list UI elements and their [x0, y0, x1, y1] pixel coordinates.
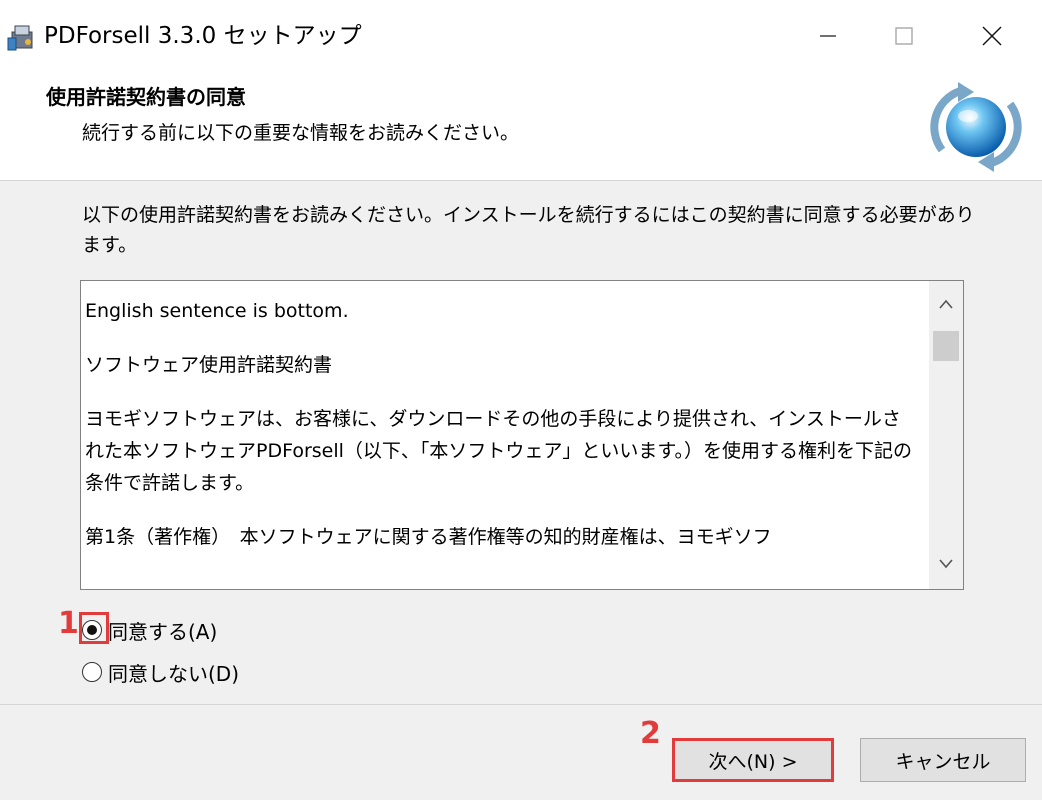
minimize-icon: [820, 35, 836, 37]
license-text: English sentence is bottom. ソフトウェア使用許諾契約…: [85, 295, 915, 575]
scroll-up-button[interactable]: [929, 287, 963, 321]
title-bar: PDForsell 3.3.0 セットアップ: [0, 0, 1042, 72]
license-paragraph: 第1条（著作権） 本ソフトウェアに関する著作権等の知的財産権は、ヨモギソフ: [85, 526, 772, 548]
license-paragraph: English sentence is bottom.: [85, 300, 349, 322]
disagree-radio-option[interactable]: 同意しない(D): [82, 656, 239, 688]
chevron-down-icon: [939, 559, 953, 569]
step-marker-2: 2: [640, 716, 661, 751]
highlight-box-radio: [79, 612, 109, 644]
scroll-down-button[interactable]: [929, 547, 963, 581]
window-title: PDForsell 3.3.0 セットアップ: [44, 23, 362, 49]
agree-radio-label: 同意する(A): [108, 619, 218, 644]
license-paragraph: ヨモギソフトウェアは、お客様に、ダウンロードその他の手段により提供され、インスト…: [85, 408, 913, 494]
chevron-up-icon: [939, 299, 953, 309]
step-marker-1: 1: [58, 606, 79, 641]
maximize-button[interactable]: [876, 14, 932, 58]
minimize-button[interactable]: [800, 14, 856, 58]
page-subtitle: 続行する前に以下の重要な情報をお読みください。: [82, 122, 520, 144]
maximize-icon: [895, 27, 913, 45]
disagree-radio[interactable]: [82, 662, 102, 682]
installer-icon: [7, 25, 33, 51]
vertical-scrollbar[interactable]: [929, 281, 963, 589]
wizard-header: 使用許諾契約書の同意 続行する前に以下の重要な情報をお読みください。: [0, 72, 1042, 181]
license-paragraph: ソフトウェア使用許諾契約書: [85, 354, 333, 376]
license-intro-text: 以下の使用許諾契約書をお読みください。インストールを続行するにはこの契約書に同意…: [82, 204, 975, 256]
footer-divider: [0, 704, 1042, 705]
disagree-radio-label: 同意しない(D): [108, 661, 240, 686]
close-icon: [982, 26, 1002, 46]
cancel-button[interactable]: キャンセル: [860, 738, 1026, 782]
license-text-box[interactable]: English sentence is bottom. ソフトウェア使用許諾契約…: [80, 280, 964, 590]
globe-refresh-icon: [930, 82, 1022, 172]
next-button[interactable]: 次へ(N) >: [672, 738, 834, 782]
close-button[interactable]: [964, 14, 1020, 58]
page-title: 使用許諾契約書の同意: [46, 85, 246, 109]
scrollbar-thumb[interactable]: [933, 331, 959, 361]
